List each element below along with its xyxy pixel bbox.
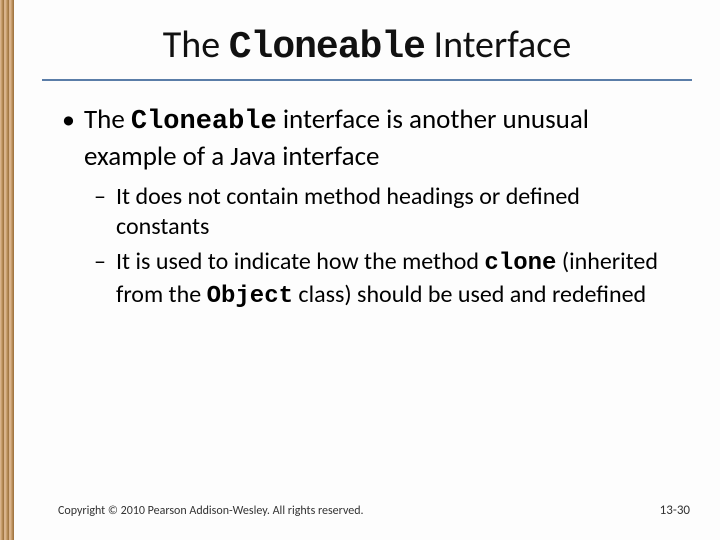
list-item: It is used to indicate how the method cl… [84, 247, 674, 312]
title-text-1: The [163, 22, 229, 68]
copyright-footer: Copyright © 2010 Pearson Addison-Wesley.… [58, 504, 364, 518]
bullet-list-level2: It does not contain method headings or d… [84, 182, 674, 313]
bullet1-text-1: The [84, 103, 131, 136]
decorative-left-border [0, 0, 14, 540]
title-area: The Cloneable Interface [14, 0, 720, 75]
bullet-list-level1: The Cloneable interface is another unusu… [60, 103, 674, 312]
sub2-text-1: It is used to indicate how the method [116, 247, 484, 276]
body-area: The Cloneable interface is another unusu… [14, 81, 720, 312]
title-text-2: Interface [425, 22, 571, 68]
sub2-mono-1: clone [484, 250, 556, 277]
slide-title: The Cloneable Interface [54, 22, 680, 69]
page-number: 13-30 [660, 503, 690, 518]
sub2-mono-2: Object [207, 283, 293, 310]
slide-content: The Cloneable Interface The Cloneable in… [14, 0, 720, 540]
sub1-text: It does not contain method headings or d… [116, 182, 580, 242]
list-item: The Cloneable interface is another unusu… [60, 103, 674, 312]
slide: The Cloneable Interface The Cloneable in… [0, 0, 720, 540]
bullet1-mono: Cloneable [131, 107, 277, 137]
sub2-text-3: class) should be used and redefined [293, 280, 646, 309]
list-item: It does not contain method headings or d… [84, 182, 674, 243]
title-mono: Cloneable [229, 26, 425, 69]
